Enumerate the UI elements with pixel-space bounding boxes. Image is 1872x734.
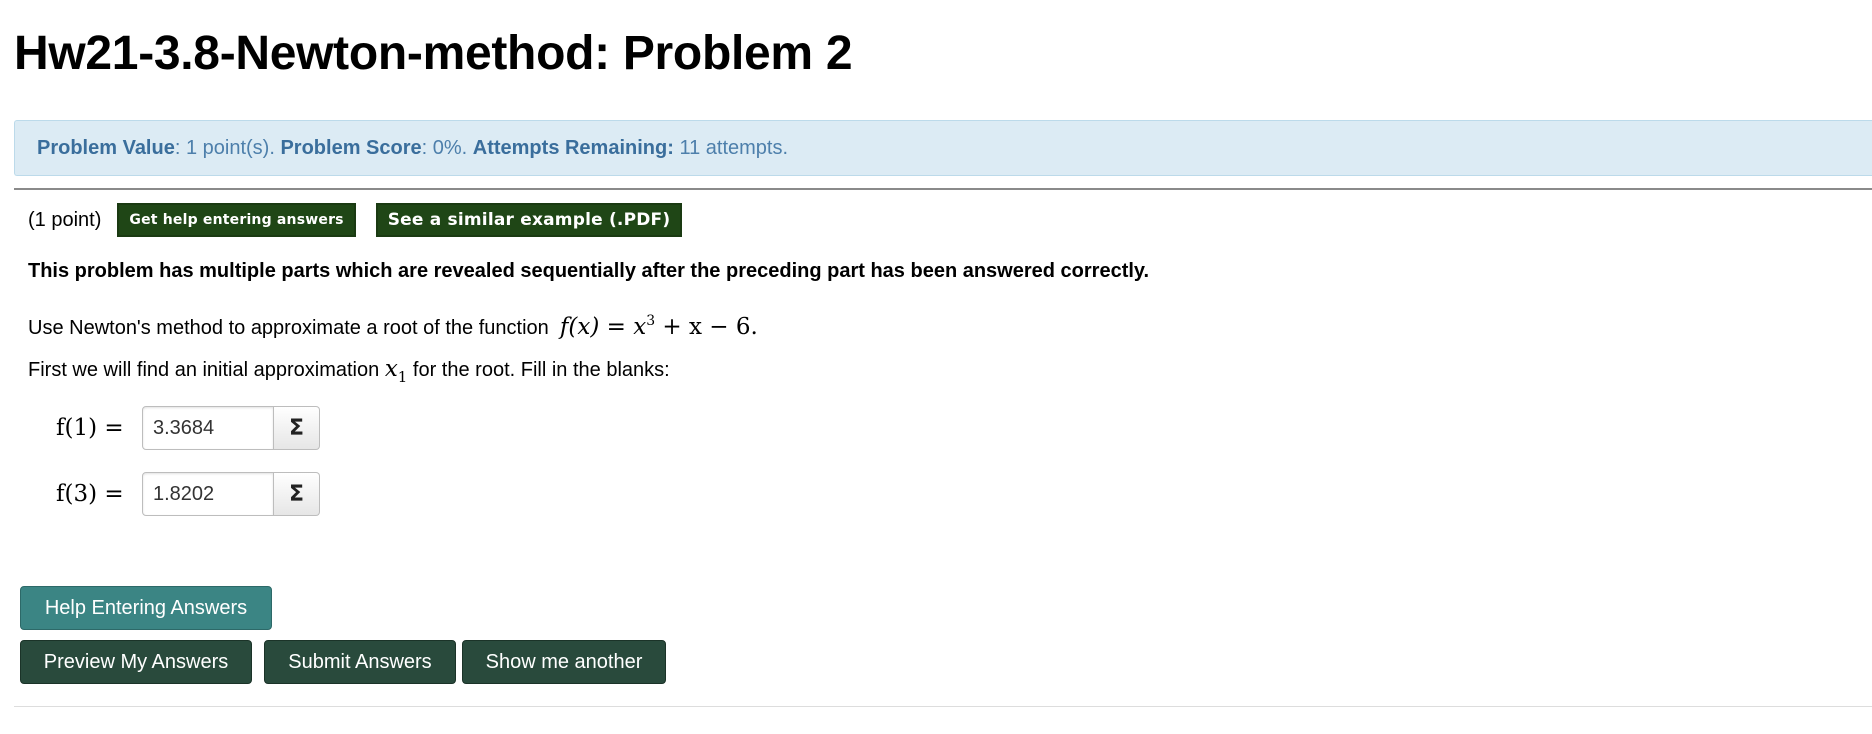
- show-another-button[interactable]: Show me another: [462, 640, 666, 684]
- problem-score-text: : 0%.: [421, 136, 468, 159]
- problem-header-row: (1 point) Get help entering answers See …: [28, 202, 1828, 238]
- equation-editor-sigma-icon[interactable]: Σ: [274, 472, 320, 516]
- variable-x: x: [384, 356, 398, 382]
- answer-row-f1: f(1) = Σ: [56, 406, 1828, 450]
- function-exponent: 3: [646, 313, 656, 329]
- function-rhs: + x − 6.: [655, 314, 758, 340]
- function-lhs: f(x) = x: [559, 314, 647, 340]
- section-divider: [14, 188, 1872, 190]
- step-text-before: First we will find an initial approximat…: [28, 359, 380, 381]
- instruction-text: Use Newton's method to approximate a roo…: [28, 317, 549, 339]
- problem-body: (1 point) Get help entering answers See …: [28, 202, 1828, 516]
- step-text-after: for the root. Fill in the blanks:: [412, 359, 670, 381]
- bottom-divider: [14, 706, 1872, 707]
- problem-value-label: Problem Value: [37, 136, 175, 159]
- page-title: Hw21-3.8-Newton-method: Problem 2: [14, 27, 853, 80]
- answer-label-f3: f(3) =: [56, 481, 124, 507]
- submit-answers-button[interactable]: Submit Answers: [264, 640, 456, 684]
- attempts-remaining-text: 11 attempts.: [679, 136, 789, 159]
- initial-approx-variable: x1: [384, 356, 408, 386]
- multipart-notice: This problem has multiple parts which ar…: [28, 260, 1150, 282]
- preview-answers-button[interactable]: Preview My Answers: [20, 640, 252, 684]
- variable-subscript: 1: [397, 368, 408, 386]
- answer-row-f3: f(3) = Σ: [56, 472, 1828, 516]
- problem-score-label: Problem Score: [280, 136, 422, 159]
- instruction-line: Use Newton's method to approximate a roo…: [28, 304, 1828, 340]
- answer-label-f1: f(1) =: [56, 415, 124, 441]
- step-instruction-line: First we will find an initial approximat…: [28, 352, 1828, 386]
- attempts-remaining-label: Attempts Remaining:: [472, 136, 674, 159]
- similar-example-pdf-link[interactable]: See a similar example (.PDF): [375, 203, 683, 237]
- problem-value-text: : 1 point(s).: [174, 136, 275, 159]
- answer-input-f1[interactable]: [142, 406, 274, 450]
- problem-info-bar: Problem Value: 1 point(s). Problem Score…: [14, 120, 1872, 176]
- problem-page: Hw21-3.8-Newton-method: Problem 2 Proble…: [0, 0, 1872, 734]
- get-help-entering-answers-link[interactable]: Get help entering answers: [117, 203, 356, 237]
- function-expression: f(x) = x3 + x − 6.: [559, 313, 758, 340]
- equation-editor-sigma-icon[interactable]: Σ: [274, 406, 320, 450]
- help-entering-answers-button[interactable]: Help Entering Answers: [20, 586, 272, 630]
- problem-points: (1 point): [28, 208, 102, 231]
- answer-input-f3[interactable]: [142, 472, 274, 516]
